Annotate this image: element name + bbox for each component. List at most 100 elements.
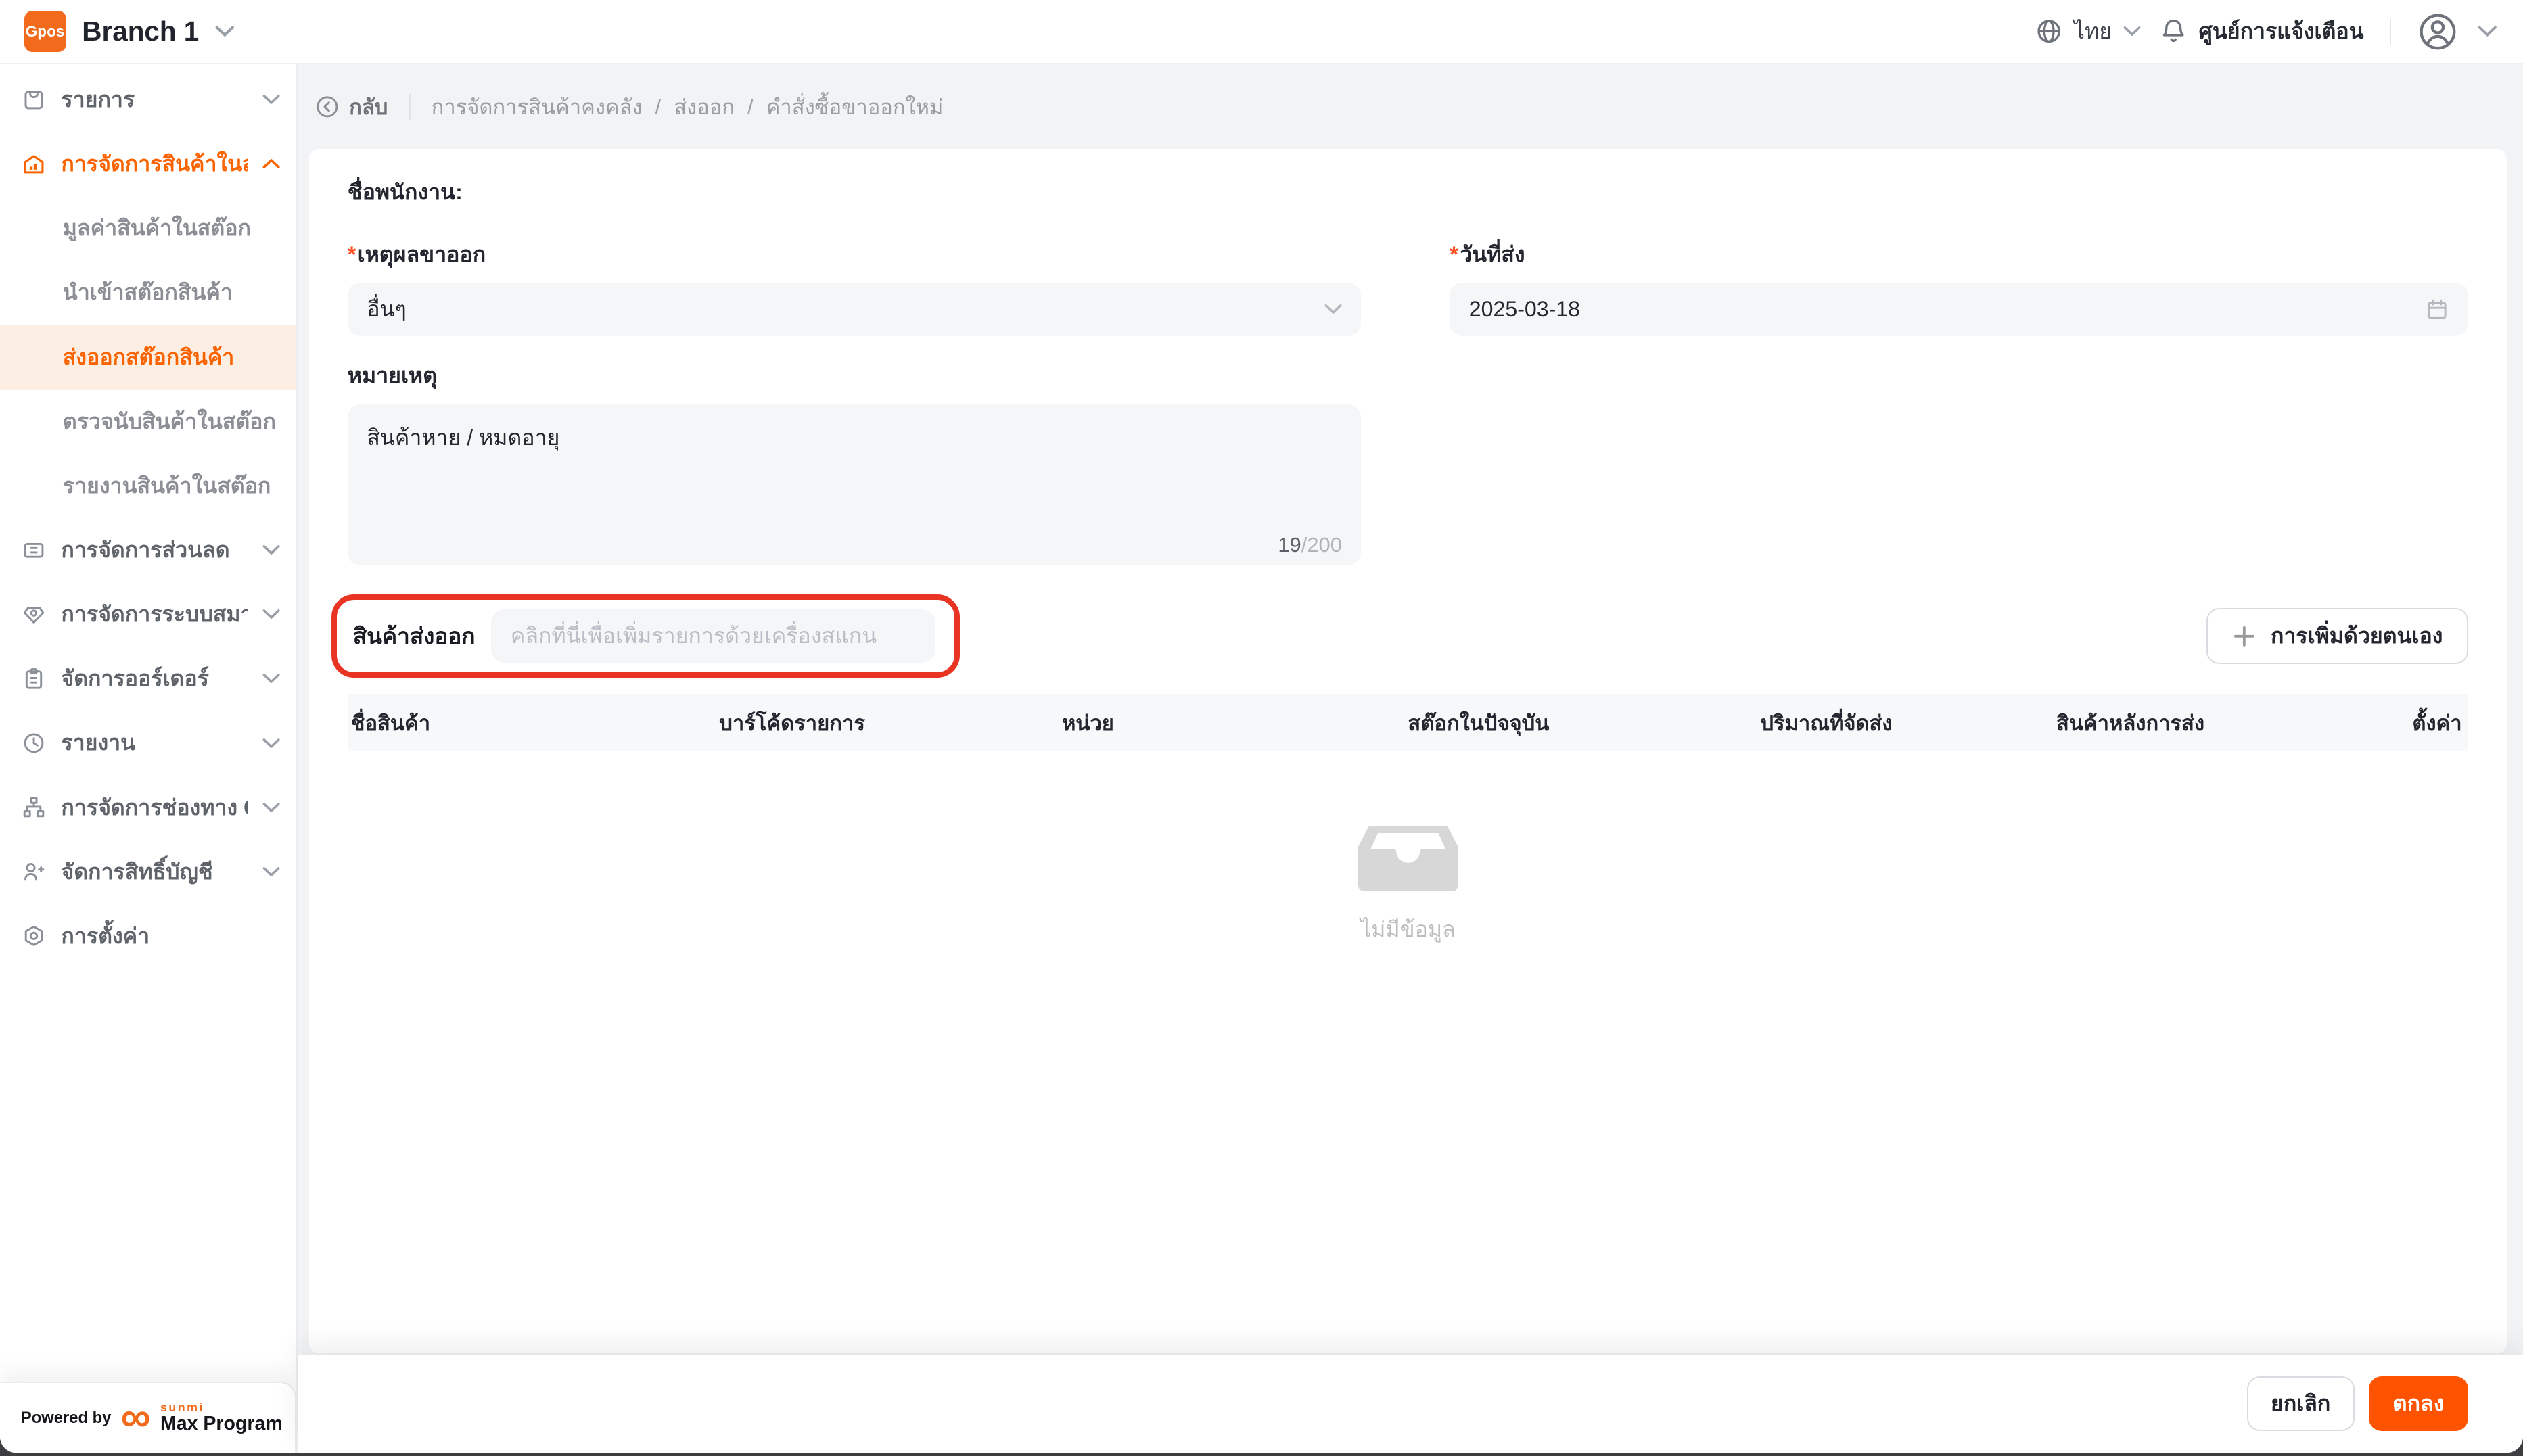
products-table-header: ชื่อสินค้า บาร์โค้ดรายการ หน่วย สต๊อกในป… — [348, 694, 2468, 752]
manual-add-label: การเพิ่มด้วยตนเอง — [2271, 619, 2443, 653]
sidebar-item-account-permissions[interactable]: จัดการสิทธิ์บัญชี — [0, 840, 296, 904]
chevron-up-icon — [262, 158, 280, 170]
sunmi-logo-icon: ∞ — [121, 1403, 151, 1432]
column-header-current-stock: สต๊อกในปัจจุบัน — [1408, 706, 1760, 740]
main-area: กลับ การจัดการสินค้าคงคลัง / ส่งออก / คำ… — [298, 64, 2523, 1453]
sidebar-item-transactions[interactable]: รายการ — [0, 68, 296, 132]
breadcrumb-item: คำสั่งซื้อขาออกใหม่ — [766, 90, 944, 124]
sidebar-item-label: มูลค่าสินค้าในสต๊อก — [63, 211, 281, 245]
app-window: Gpos Branch 1 ไทย ศูนย์การแจ้งเตือน รา — [0, 0, 2523, 1453]
warehouse-icon — [21, 152, 47, 177]
sidebar-item-label: รายงาน — [61, 726, 248, 760]
back-label: กลับ — [349, 90, 388, 124]
clock-icon — [21, 731, 47, 755]
ship-date-value: 2025-03-18 — [1469, 297, 1580, 322]
divider — [2390, 19, 2391, 45]
sidebar-subitem-stock-value[interactable]: มูลค่าสินค้าในสต๊อก — [0, 196, 296, 260]
sidebar-item-grab-channel[interactable]: การจัดการช่องทาง Gr... — [0, 775, 296, 839]
calendar-icon — [2425, 298, 2449, 322]
form-grid: *เหตุผลขาออก อื่นๆ *วันที่ส่ง 2025-03-18 — [348, 237, 2468, 336]
circle-back-icon — [315, 95, 340, 119]
confirm-button[interactable]: ตกลง — [2369, 1376, 2468, 1431]
footer-action-bar: ยกเลิก ตกลง — [298, 1355, 2523, 1453]
sidebar-item-membership[interactable]: การจัดการระบบสมาชิก — [0, 582, 296, 647]
column-header-product-name: ชื่อสินค้า — [351, 706, 720, 740]
powered-by-label: Powered by — [21, 1409, 111, 1428]
avatar-icon[interactable] — [2417, 11, 2459, 53]
breadcrumb-item[interactable]: ส่งออก — [674, 90, 735, 124]
chevron-down-icon — [262, 94, 280, 105]
chevron-down-icon — [262, 673, 280, 684]
char-counter: 19/200 — [1278, 533, 1342, 557]
top-bar: Gpos Branch 1 ไทย ศูนย์การแจ้งเตือน — [0, 0, 2523, 64]
export-products-row: สินค้าส่งออก การเพิ่มด้วยตนเอง — [348, 594, 2468, 678]
sidebar-item-label: ส่งออกสต๊อกสินค้า — [63, 340, 281, 375]
reason-select[interactable]: อื่นๆ — [348, 283, 1362, 336]
column-header-unit: หน่วย — [1062, 706, 1408, 740]
notification-center-label: ศูนย์การแจ้งเตือน — [2198, 14, 2363, 49]
sidebar-item-label: นำเข้าสต๊อกสินค้า — [63, 275, 281, 310]
reason-value: อื่นๆ — [367, 292, 406, 327]
note-input-wrap: สินค้าหาย / หมดอายุ 19/200 — [348, 404, 1362, 572]
gem-icon — [21, 603, 47, 627]
inbox-icon — [1358, 826, 1458, 892]
ship-date-picker[interactable]: 2025-03-18 — [1450, 283, 2468, 336]
breadcrumb-trail: การจัดการสินค้าคงคลัง / ส่งออก / คำสั่งซ… — [432, 90, 944, 124]
char-count-max: /200 — [1301, 533, 1342, 557]
export-products-label: สินค้าส่งออก — [353, 618, 476, 654]
gpos-logo: Gpos — [24, 11, 66, 53]
gear-icon — [21, 924, 47, 948]
screen: Gpos Branch 1 ไทย ศูนย์การแจ้งเตือน รา — [0, 0, 2523, 1456]
back-button[interactable]: กลับ — [315, 90, 388, 124]
plus-icon — [2232, 624, 2256, 649]
language-selector[interactable]: ไทย — [2035, 14, 2141, 49]
char-count-current: 19 — [1278, 533, 1301, 557]
column-header-stock-after: สินค้าหลังการส่ง — [2056, 706, 2404, 740]
chevron-down-icon — [2123, 26, 2141, 37]
sidebar-item-stock-management[interactable]: การจัดการสินค้าในสต๊... — [0, 132, 296, 196]
sidebar-subitem-stock-import[interactable]: นำเข้าสต๊อกสินค้า — [0, 260, 296, 325]
sidebar-subitem-stock-export[interactable]: ส่งออกสต๊อกสินค้า — [0, 325, 296, 389]
reason-field: *เหตุผลขาออก อื่นๆ — [348, 237, 1362, 336]
cancel-button[interactable]: ยกเลิก — [2247, 1376, 2355, 1431]
breadcrumb: กลับ การจัดการสินค้าคงคลัง / ส่งออก / คำ… — [298, 64, 2523, 149]
clipboard-icon — [21, 667, 47, 691]
note-textarea[interactable]: สินค้าหาย / หมดอายุ — [348, 404, 1362, 565]
sidebar-item-settings[interactable]: การตั้งค่า — [0, 904, 296, 968]
manual-add-button[interactable]: การเพิ่มด้วยตนเอง — [2206, 608, 2468, 664]
empty-state-text: ไม่มีข้อมูล — [1360, 912, 1456, 947]
note-label: หมายเหตุ — [348, 358, 1362, 393]
globe-icon — [2035, 18, 2062, 45]
chevron-down-icon[interactable] — [2478, 25, 2497, 38]
ship-date-field: *วันที่ส่ง 2025-03-18 — [1450, 237, 2468, 336]
sidebar-subitem-stock-count[interactable]: ตรวจนับสินค้าในสต๊อก — [0, 390, 296, 454]
branch-switcher[interactable]: Gpos Branch 1 — [24, 11, 235, 53]
chevron-down-icon — [262, 866, 280, 878]
brand-text: sunmi Max Program — [160, 1401, 283, 1434]
breadcrumb-item[interactable]: การจัดการสินค้าคงคลัง — [432, 90, 643, 124]
bag-icon — [21, 88, 47, 112]
chevron-down-icon — [262, 609, 280, 620]
chevron-down-icon — [262, 802, 280, 814]
chevron-down-icon — [215, 25, 235, 38]
bell-icon — [2160, 18, 2187, 45]
note-field: หมายเหตุ สินค้าหาย / หมดอายุ 19/200 — [348, 358, 1362, 572]
sidebar-item-label: รายการ — [61, 83, 248, 117]
sidebar-item-reports[interactable]: รายงาน — [0, 711, 296, 775]
employee-name-label: ชื่อพนักงาน: — [348, 175, 2468, 210]
export-products-highlight: สินค้าส่งออก — [331, 594, 960, 678]
chevron-down-icon — [262, 544, 280, 556]
powered-by-badge: Powered by ∞ sunmi Max Program — [0, 1382, 296, 1453]
sidebar-item-discount-management[interactable]: การจัดการส่วนลด — [0, 518, 296, 582]
column-header-barcode: บาร์โค้ดรายการ — [719, 706, 1062, 740]
sidebar-item-label: จัดการสิทธิ์บัญชี — [61, 855, 248, 889]
scan-input[interactable] — [491, 609, 935, 663]
column-header-settings: ตั้งค่า — [2404, 706, 2466, 740]
export-order-form-card: ชื่อพนักงาน: *เหตุผลขาออก อื่นๆ *วั — [309, 149, 2507, 1353]
sidebar-subitem-stock-report[interactable]: รายงานสินค้าในสต๊อก — [0, 454, 296, 518]
sidebar-item-label: รายงานสินค้าในสต๊อก — [63, 469, 281, 503]
notification-center[interactable]: ศูนย์การแจ้งเตือน — [2160, 14, 2363, 49]
sidebar-item-label: ตรวจนับสินค้าในสต๊อก — [63, 404, 281, 439]
sidebar-item-order-management[interactable]: จัดการออร์เดอร์ — [0, 647, 296, 711]
sitemap-icon — [21, 795, 47, 820]
